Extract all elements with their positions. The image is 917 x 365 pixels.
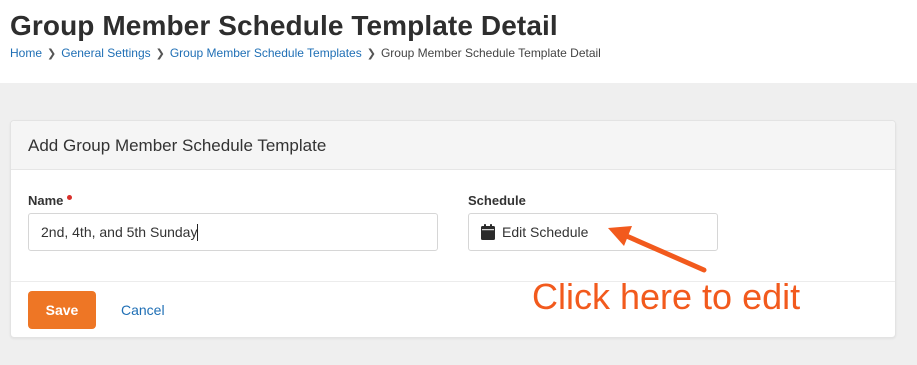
cancel-button[interactable]: Cancel bbox=[121, 302, 165, 318]
chevron-right-icon: ❯ bbox=[155, 47, 165, 60]
chevron-right-icon: ❯ bbox=[366, 47, 376, 60]
breadcrumb-schedule-templates[interactable]: Group Member Schedule Templates bbox=[170, 46, 362, 60]
schedule-label: Schedule bbox=[468, 193, 526, 208]
breadcrumb-current: Group Member Schedule Template Detail bbox=[380, 46, 601, 60]
name-input[interactable]: 2nd, 4th, and 5th Sunday bbox=[28, 213, 438, 251]
annotation-arrow-icon bbox=[608, 226, 707, 273]
text-cursor bbox=[197, 223, 199, 241]
panel-title: Add Group Member Schedule Template bbox=[28, 136, 327, 155]
required-indicator bbox=[67, 195, 73, 200]
calendar-icon bbox=[481, 224, 495, 240]
name-label: Name bbox=[28, 193, 73, 208]
breadcrumb-home[interactable]: Home bbox=[10, 46, 42, 60]
breadcrumb: Home ❯ General Settings ❯ Group Member S… bbox=[10, 46, 601, 60]
edit-schedule-label: Edit Schedule bbox=[502, 224, 589, 240]
name-label-text: Name bbox=[28, 193, 64, 208]
page-title: Group Member Schedule Template Detail bbox=[10, 10, 558, 41]
chevron-right-icon: ❯ bbox=[47, 47, 57, 60]
name-input-value: 2nd, 4th, and 5th Sunday bbox=[41, 224, 198, 240]
page-header: Group Member Schedule Template Detail Ho… bbox=[0, 0, 917, 83]
annotation-text: Click here to edit bbox=[532, 276, 801, 317]
breadcrumb-general-settings[interactable]: General Settings bbox=[61, 46, 150, 60]
panel-heading: Add Group Member Schedule Template bbox=[11, 121, 895, 170]
save-button[interactable]: Save bbox=[28, 291, 96, 329]
